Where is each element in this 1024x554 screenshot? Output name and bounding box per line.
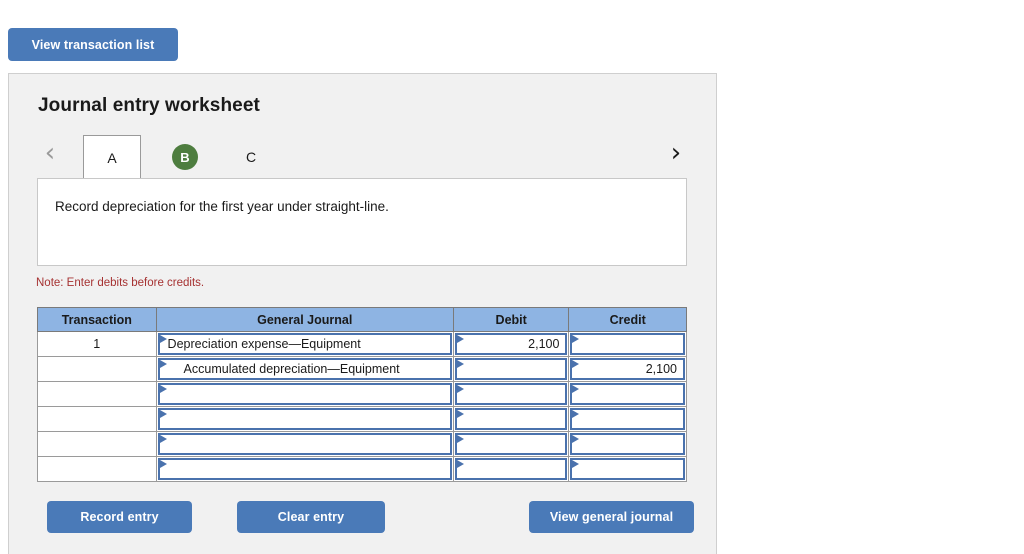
journal-table-body: 1 Depreciation expense—Equipment 2,100 Accu… bbox=[37, 331, 687, 482]
record-entry-button[interactable]: Record entry bbox=[47, 501, 192, 533]
cell-credit[interactable] bbox=[568, 331, 687, 357]
tab-a[interactable]: A bbox=[83, 135, 141, 180]
transaction-description-panel: Record depreciation for the first year u… bbox=[37, 178, 687, 266]
header-credit: Credit bbox=[568, 307, 687, 332]
cell-debit[interactable] bbox=[452, 381, 570, 407]
tab-b[interactable]: B bbox=[159, 135, 211, 179]
cell-debit-value: 2,100 bbox=[528, 337, 560, 351]
tab-b-badge: B bbox=[172, 144, 198, 170]
view-general-journal-button[interactable]: View general journal bbox=[529, 501, 694, 533]
tab-a-label: A bbox=[107, 150, 117, 166]
cell-transaction bbox=[37, 431, 157, 457]
cell-credit-value: 2,100 bbox=[645, 362, 677, 376]
view-transaction-list-button[interactable]: View transaction list bbox=[8, 28, 178, 61]
cell-debit[interactable] bbox=[452, 406, 570, 432]
journal-entry-worksheet-screen: View transaction list Journal entry work… bbox=[0, 0, 1024, 554]
cell-general-journal[interactable]: Accumulated depreciation—Equipment bbox=[155, 356, 454, 382]
cell-general-journal-value: Accumulated depreciation—Equipment bbox=[183, 362, 400, 376]
header-general-journal: General Journal bbox=[155, 307, 454, 332]
cell-debit[interactable] bbox=[452, 431, 570, 457]
cell-general-journal[interactable] bbox=[155, 406, 454, 432]
previous-tab-chevron-icon[interactable]: ‹ bbox=[37, 137, 63, 169]
worksheet-action-buttons: Record entry Clear entry View general jo… bbox=[37, 501, 694, 534]
cell-transaction bbox=[37, 356, 157, 382]
next-tab-chevron-icon[interactable]: › bbox=[663, 137, 689, 169]
cell-general-journal[interactable] bbox=[155, 381, 454, 407]
clear-entry-button[interactable]: Clear entry bbox=[237, 501, 385, 533]
tab-c[interactable]: C bbox=[225, 135, 277, 179]
table-row: 1 Depreciation expense—Equipment 2,100 bbox=[37, 331, 687, 357]
page-title: Journal entry worksheet bbox=[38, 95, 260, 116]
cell-transaction bbox=[37, 406, 157, 432]
table-row bbox=[37, 406, 687, 432]
worksheet-panel: Journal entry worksheet ‹ A B C › Record… bbox=[8, 73, 717, 554]
cell-debit[interactable] bbox=[452, 356, 570, 382]
cell-credit[interactable] bbox=[568, 406, 687, 432]
transaction-description-text: Record depreciation for the first year u… bbox=[55, 199, 389, 214]
table-row bbox=[37, 431, 687, 457]
table-row: Accumulated depreciation—Equipment 2,100 bbox=[37, 356, 687, 382]
cell-credit[interactable] bbox=[568, 381, 687, 407]
cell-credit[interactable] bbox=[568, 431, 687, 457]
table-row bbox=[37, 456, 687, 482]
table-header-row: Transaction General Journal Debit Credit bbox=[37, 307, 687, 332]
cell-debit[interactable] bbox=[452, 456, 570, 482]
cell-general-journal-value: Depreciation expense—Equipment bbox=[167, 337, 361, 351]
cell-debit[interactable]: 2,100 bbox=[452, 331, 570, 357]
cell-credit[interactable]: 2,100 bbox=[568, 356, 687, 382]
cell-general-journal[interactable] bbox=[155, 431, 454, 457]
tab-c-label: C bbox=[245, 149, 257, 165]
table-row bbox=[37, 381, 687, 407]
cell-transaction: 1 bbox=[37, 331, 157, 357]
journal-entry-table: Transaction General Journal Debit Credit… bbox=[37, 307, 687, 482]
tab-navigation: ‹ A B C › bbox=[37, 130, 689, 180]
cell-general-journal[interactable]: Depreciation expense—Equipment bbox=[155, 331, 454, 357]
cell-transaction bbox=[37, 381, 157, 407]
cell-transaction bbox=[37, 456, 157, 482]
debits-before-credits-note: Note: Enter debits before credits. bbox=[36, 277, 205, 289]
cell-general-journal[interactable] bbox=[155, 456, 454, 482]
header-transaction: Transaction bbox=[37, 307, 157, 332]
cell-credit[interactable] bbox=[568, 456, 687, 482]
header-debit: Debit bbox=[452, 307, 570, 332]
